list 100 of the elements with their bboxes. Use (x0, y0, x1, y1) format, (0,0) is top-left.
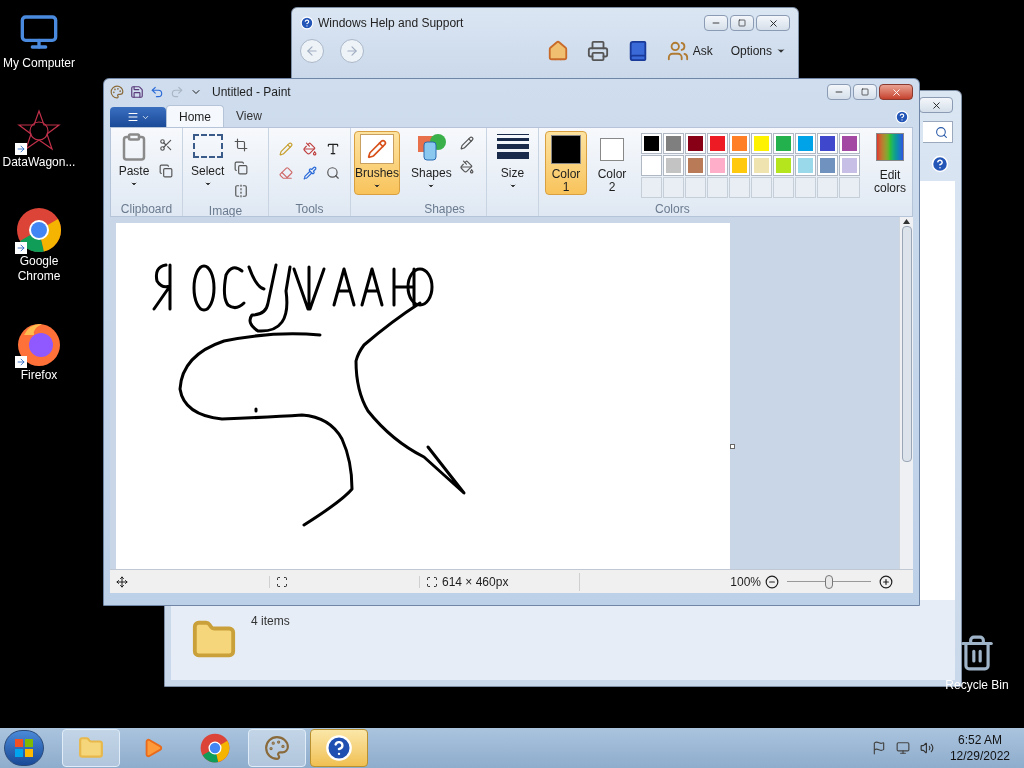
print-icon[interactable] (586, 40, 609, 62)
palette-color[interactable] (641, 133, 662, 154)
magnifier-icon[interactable] (326, 166, 341, 180)
help-icon (325, 734, 353, 762)
network-icon[interactable] (895, 741, 910, 755)
vertical-scrollbar[interactable] (899, 217, 913, 569)
fill-icon[interactable] (459, 160, 474, 174)
zoom-slider[interactable] (787, 573, 871, 590)
palette-color[interactable] (795, 133, 816, 154)
zoom-out-icon[interactable] (765, 574, 779, 589)
palette-color[interactable] (729, 133, 750, 154)
maximize-icon (738, 19, 746, 27)
options-menu[interactable]: Options (730, 42, 790, 60)
help-icon[interactable] (931, 155, 949, 173)
save-icon[interactable] (130, 85, 144, 99)
group-label: Image (207, 203, 244, 218)
group-label: Colors (654, 201, 691, 216)
maximize-button[interactable] (730, 15, 754, 31)
group-label: Clipboard (119, 201, 174, 216)
help-icon[interactable] (895, 110, 909, 124)
palette-color[interactable] (663, 155, 684, 176)
palette-color[interactable] (707, 133, 728, 154)
outline-icon[interactable] (459, 136, 474, 150)
clock[interactable]: 6:52 AM 12/29/2022 (949, 732, 1010, 764)
desktop-icon-label[interactable]: DataWagon... (1, 155, 77, 170)
window-title: Untitled - Paint (212, 84, 291, 101)
search-field[interactable] (923, 121, 953, 143)
palette-color[interactable] (663, 133, 684, 154)
close-icon (767, 17, 779, 29)
action-center-icon[interactable] (871, 741, 886, 755)
browser-icon (200, 733, 230, 763)
palette-color[interactable] (773, 133, 794, 154)
resize-handle[interactable] (730, 444, 735, 449)
undo-icon[interactable] (150, 85, 164, 99)
palette-color[interactable] (685, 155, 706, 176)
ask-button[interactable]: Ask (692, 42, 713, 60)
windows-logo-icon (15, 739, 33, 757)
star-emblem-icon[interactable] (15, 107, 63, 155)
palette-color[interactable] (641, 155, 662, 176)
color-slot-button[interactable]: Color 2 (591, 131, 633, 195)
crop-icon[interactable] (234, 138, 249, 152)
palette-color[interactable] (751, 155, 772, 176)
group-label: Shapes (423, 201, 466, 216)
palette-color[interactable] (685, 133, 706, 154)
brushes-button[interactable]: Brushes (354, 131, 400, 195)
minimize-button[interactable] (704, 15, 728, 31)
selection-size-icon (276, 575, 288, 588)
volume-icon[interactable] (919, 741, 934, 755)
spectrum-icon (876, 133, 904, 161)
close-button[interactable] (919, 97, 953, 113)
scroll-up-icon[interactable] (903, 219, 910, 224)
zoom-in-icon[interactable] (879, 574, 893, 589)
forward-button[interactable] (340, 39, 364, 63)
size-button[interactable]: Size (496, 134, 529, 190)
maximize-button[interactable] (853, 84, 877, 100)
palette-color[interactable] (729, 155, 750, 176)
ribbon-tab[interactable]: View (224, 105, 274, 127)
close-button[interactable] (756, 15, 790, 31)
color-picker-icon[interactable] (302, 166, 317, 180)
eraser-icon[interactable] (279, 166, 293, 180)
palette-icon (264, 735, 290, 761)
window-title: Windows Help and Support (318, 15, 464, 32)
fill-bucket-icon[interactable] (302, 142, 317, 156)
start-button[interactable] (4, 730, 44, 766)
color-slot-button[interactable]: Color 1 (545, 131, 587, 195)
palette-color[interactable] (839, 133, 860, 154)
back-button[interactable] (300, 39, 324, 63)
taskbar-button[interactable] (310, 729, 368, 767)
minimize-button[interactable] (827, 84, 851, 100)
edit-colors-button[interactable]: Edit colors (870, 131, 910, 195)
home-icon[interactable] (546, 40, 569, 62)
folder-icon (78, 735, 104, 761)
palette-color[interactable] (817, 155, 838, 176)
paint-icon (110, 85, 124, 99)
drawing-canvas[interactable] (116, 223, 730, 569)
palette-color[interactable] (839, 155, 860, 176)
desktop-icon-label[interactable]: Google Chrome (1, 254, 77, 284)
people-icon[interactable] (666, 40, 689, 62)
caret-icon (427, 182, 436, 190)
palette-color[interactable] (751, 133, 772, 154)
paste-button[interactable]: Paste (117, 132, 151, 188)
cut-icon[interactable] (159, 138, 173, 152)
maximize-icon (861, 88, 869, 96)
desktop-icon-label[interactable]: My Computer (1, 56, 77, 71)
close-button[interactable] (879, 84, 913, 100)
desktop-icon-label[interactable]: Firefox (1, 368, 77, 383)
palette-color[interactable] (773, 155, 794, 176)
palette-color[interactable] (795, 155, 816, 176)
caret-icon (130, 180, 138, 188)
text-tool-icon[interactable] (326, 142, 341, 156)
paint-menu-button[interactable] (110, 107, 166, 127)
ribbon-tab[interactable]: Home (166, 105, 224, 127)
select-button[interactable]: Select (191, 134, 225, 188)
palette-color[interactable] (817, 133, 838, 154)
shapes-button[interactable]: Shapes (411, 132, 452, 190)
copy-icon[interactable] (159, 164, 173, 178)
pencil-icon[interactable] (279, 142, 293, 156)
palette-color[interactable] (707, 155, 728, 176)
image-size: 614 × 460px (442, 573, 509, 591)
browser-icon[interactable] (15, 206, 63, 254)
